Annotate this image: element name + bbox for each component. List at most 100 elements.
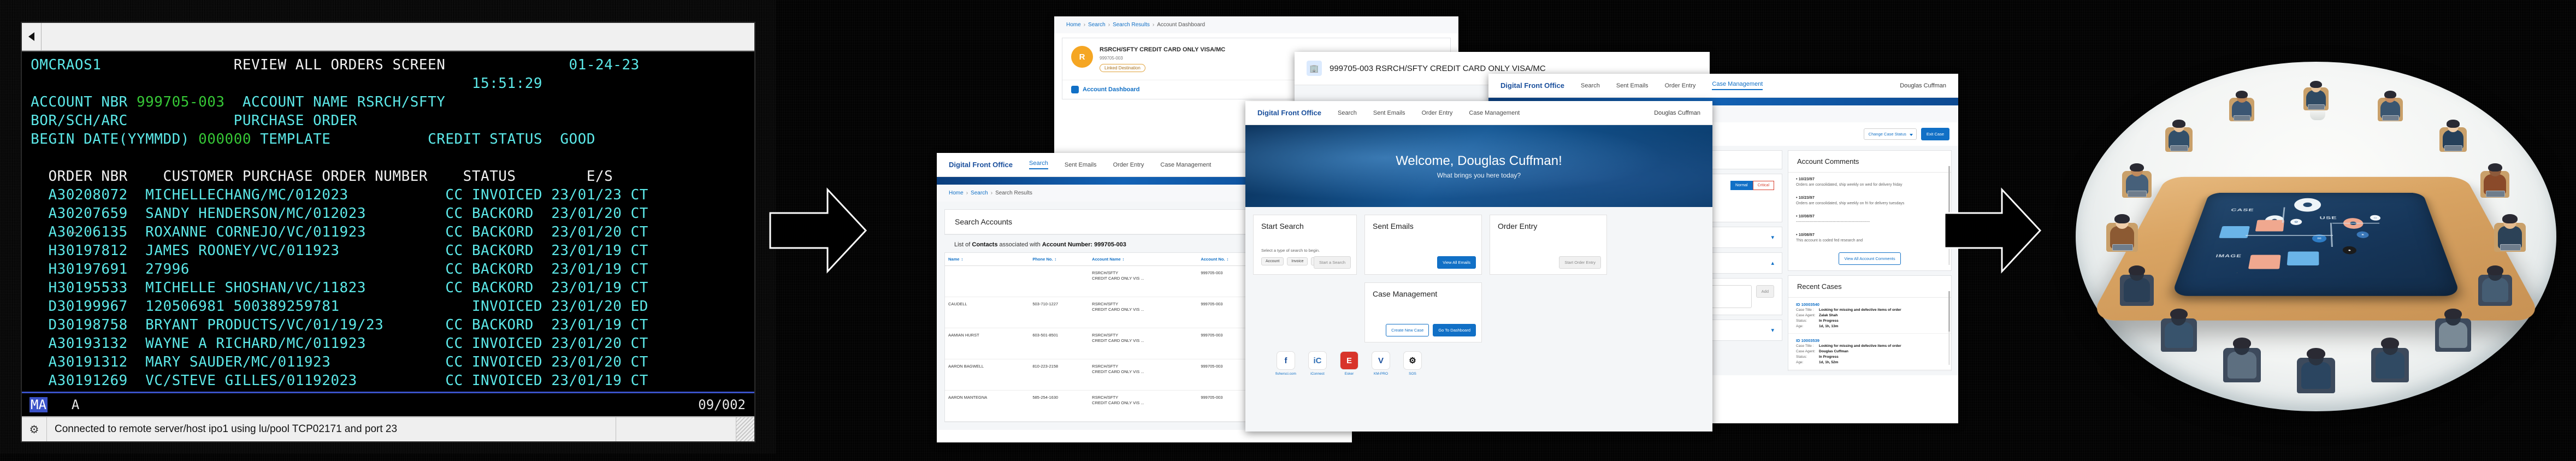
tab-sent-emails[interactable]: Sent Emails xyxy=(1373,110,1405,116)
app-shortcut[interactable]: iC iConnect xyxy=(1307,351,1328,376)
laptop xyxy=(2170,145,2188,151)
chip-invoice[interactable]: Invoice xyxy=(1287,257,1308,265)
tab-search[interactable]: Search xyxy=(1029,160,1048,169)
tab-case-management[interactable]: Case Management xyxy=(1712,81,1763,90)
person-hair xyxy=(2310,80,2322,88)
recent-case-item[interactable]: ID 10003539 Case Title : Looking for missi… xyxy=(1788,334,1951,370)
terminal-row-marker: _ xyxy=(69,217,78,234)
case-agent-label: Case Agent: xyxy=(1796,314,1816,317)
person-body xyxy=(2165,322,2193,348)
right-arrow-icon xyxy=(767,183,868,279)
app-shortcuts[interactable]: f fishersci.com iC iConnect E Esker V KM-PRO ⚙ SO… xyxy=(1253,342,1705,376)
terminal-screen[interactable]: _ OMCRAOS1 REVIEW ALL ORDERS SCREEN 01-2… xyxy=(22,51,754,389)
case-status-value: In Progress xyxy=(1819,319,1839,323)
tile-start-search[interactable]: Start Search Select a type of search to … xyxy=(1253,215,1357,275)
table-cell: AAMIAN HURST xyxy=(945,328,1030,359)
tab-order-entry[interactable]: Order Entry xyxy=(1665,82,1696,89)
table-cell: RSRCH/SFTY CREDIT CARD ONLY VIS ... xyxy=(1089,390,1198,422)
tab-search[interactable]: Search xyxy=(1581,82,1600,89)
breadcrumb-search[interactable]: Search xyxy=(1088,22,1106,28)
terminal-status-ma: MA xyxy=(29,397,48,412)
priority-critical[interactable]: Critical xyxy=(1752,181,1774,190)
user-menu[interactable]: Douglas Cuffman xyxy=(1900,82,1946,89)
team-conference-illustration: CASE USE IMAGE ⚙ ✉ ☀ ☺ ● xyxy=(2070,10,2562,452)
account-comments-card: Account Comments • 10/23/97 Orders are co… xyxy=(1788,150,1952,271)
recent-case-item[interactable]: ID 10003538Case Title :missing 2 items f… xyxy=(1788,370,1951,371)
app-shortcut[interactable]: ⚙ SOS xyxy=(1402,351,1423,376)
case-id-link[interactable]: ID 10003540 xyxy=(1796,302,1943,307)
tab-search[interactable]: Search xyxy=(1338,110,1357,116)
person-body xyxy=(2227,352,2256,379)
account-comment: • 10/23/97 Orders are consolidated, ship … xyxy=(1788,173,1951,191)
recent-case-item[interactable]: ID 10003540 Case Title : Looking for missi… xyxy=(1788,298,1951,334)
tab-order-entry[interactable]: Order Entry xyxy=(1422,110,1453,116)
tab-sent-emails[interactable]: Sent Emails xyxy=(1616,82,1649,89)
breadcrumb-search-results[interactable]: Search Results xyxy=(1113,22,1150,28)
app-shortcut[interactable]: f fishersci.com xyxy=(1275,351,1297,376)
go-to-dashboard-button[interactable]: Go To Dashboard xyxy=(1433,324,1476,336)
terminal-order-row: D30199967 120506981 500389259781 INVOICE… xyxy=(22,298,648,315)
app-icon: V xyxy=(1372,351,1390,370)
terminal-order-row: H30195533 MICHELLE SHOSHAN/VC/11823 CC B… xyxy=(22,280,648,296)
person-hair xyxy=(2307,347,2325,359)
tab-sent-emails[interactable]: Sent Emails xyxy=(1065,162,1097,168)
column-header[interactable]: Account Name ↕ xyxy=(1089,253,1198,266)
recent-cases-scrollbar[interactable] xyxy=(1948,291,1950,365)
dashboard-icon xyxy=(1071,86,1079,93)
tile-title: Case Management xyxy=(1373,289,1438,298)
tab-order-entry[interactable]: Order Entry xyxy=(1113,162,1144,168)
terminal-toolbar xyxy=(22,23,754,51)
welcome-body: Start Search Select a type of search to … xyxy=(1245,207,1712,432)
person-hair xyxy=(2488,163,2502,172)
view-all-emails-button[interactable]: View All Emails xyxy=(1437,256,1476,269)
case-agent-value: Zalak Shah xyxy=(1819,314,1838,317)
seated-person xyxy=(2164,116,2194,153)
column-header[interactable]: Phone No. ↕ xyxy=(1029,253,1089,266)
terminal-line-blank: 15:51:29 xyxy=(22,75,543,92)
start-order-entry-button[interactable]: Start Order Entry xyxy=(1559,256,1601,269)
comment-text: ----------------------------------------… xyxy=(1796,220,1870,224)
toolbar-back-button[interactable] xyxy=(22,23,42,50)
account-comments-list[interactable]: • 10/23/97 Orders are consolidated, ship … xyxy=(1788,173,1951,247)
person-body xyxy=(2123,278,2150,303)
welcome-tiles-row: Start Search Select a type of search to … xyxy=(1253,215,1705,275)
dfo-brand[interactable]: Digital Front Office xyxy=(1257,109,1321,117)
connection-empty-cell xyxy=(616,417,736,441)
legacy-terminal-panel: _ OMCRAOS1 REVIEW ALL ORDERS SCREEN 01-2… xyxy=(0,0,776,453)
tile-sent-emails[interactable]: Sent Emails View All Emails xyxy=(1364,215,1482,275)
chip-account[interactable]: Account xyxy=(1261,257,1284,265)
change-case-status-select[interactable]: Change Case Status xyxy=(1863,128,1917,140)
app-label: KM-PRO xyxy=(1374,372,1388,376)
user-menu[interactable]: Douglas Cuffman xyxy=(1654,110,1700,116)
dfo-brand[interactable]: Digital Front Office xyxy=(1500,81,1564,90)
recent-cases-list[interactable]: ID 10003540 Case Title : Looking for missi… xyxy=(1788,298,1951,371)
app-label: SOS xyxy=(1409,372,1416,376)
start-a-search-button[interactable]: Start a Search xyxy=(1314,256,1351,269)
tile-order-entry[interactable]: Order Entry Start Order Entry xyxy=(1490,215,1607,275)
app-shortcut[interactable]: V KM-PRO xyxy=(1370,351,1392,376)
column-header[interactable]: Name ↕ xyxy=(945,253,1030,266)
view-all-comments-button[interactable]: View All Account Comments xyxy=(1839,252,1901,265)
resize-grip[interactable] xyxy=(736,417,754,441)
breadcrumb-home[interactable]: Home xyxy=(949,190,964,196)
priority-normal[interactable]: Normal xyxy=(1730,181,1753,190)
terminal-line-gap xyxy=(22,149,754,167)
tile-case-management[interactable]: Case Management Create New Case Go To Da… xyxy=(1364,282,1482,342)
flow-connector-1 xyxy=(2246,235,2333,236)
case-id-link[interactable]: ID 10003539 xyxy=(1796,338,1943,343)
add-note-button[interactable]: Add xyxy=(1756,285,1774,298)
tab-case-management[interactable]: Case Management xyxy=(1160,162,1211,168)
tab-case-management[interactable]: Case Management xyxy=(1469,110,1520,116)
create-new-case-button[interactable]: Create New Case xyxy=(1386,324,1429,336)
app-shortcut[interactable]: E Esker xyxy=(1338,351,1360,376)
welcome-hero: Welcome, Douglas Cuffman! What brings yo… xyxy=(1245,125,1712,207)
account-comment: • 10/08/97 ------------------------------… xyxy=(1788,210,1951,228)
dfo-brand[interactable]: Digital Front Office xyxy=(949,161,1013,169)
app-label: iConnect xyxy=(1310,372,1325,376)
breadcrumb-home[interactable]: Home xyxy=(1066,22,1081,28)
app-label: fishersci.com xyxy=(1275,372,1296,376)
exit-case-button[interactable]: Exit Case xyxy=(1921,128,1949,140)
app-label: Esker xyxy=(1344,372,1354,376)
breadcrumb-search[interactable]: Search xyxy=(971,190,988,196)
window-welcome-dashboard[interactable]: Digital Front Office Search Sent Emails … xyxy=(1245,101,1712,432)
